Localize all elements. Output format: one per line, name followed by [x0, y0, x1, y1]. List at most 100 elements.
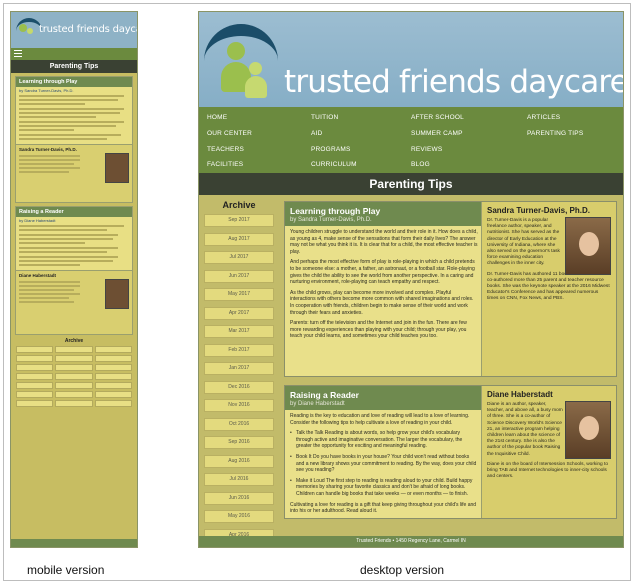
mobile-archive-item[interactable]: [94, 373, 132, 380]
nav-link-programs[interactable]: PROGRAMS: [311, 144, 411, 156]
archive-item[interactable]: Jul 2016: [204, 473, 274, 486]
archive-list: Sep 2017 Aug 2017 Jul 2017 Jun 2017 May 2017…: [204, 214, 274, 548]
nav-link-parenting-tips[interactable]: PARENTING TIPS: [527, 128, 617, 140]
mobile-author-bio: Diane Haberstadt: [16, 270, 132, 334]
article-title[interactable]: Learning through Play: [285, 202, 483, 216]
article-intro: Reading is the key to education and love…: [290, 413, 470, 426]
mobile-archive-item[interactable]: [55, 364, 93, 371]
nav-link-aid[interactable]: AID: [311, 128, 411, 140]
nav-link-tuition[interactable]: TUITION: [311, 112, 411, 124]
footer: Trusted Friends • 1450 Regency Lane, Car…: [199, 536, 623, 547]
article-main: Learning through Play by Sandra Turner-D…: [285, 202, 483, 376]
desktop-screenshot: trusted friends daycare HOME TUITION AFTER…: [198, 11, 624, 548]
nav-link-curriculum[interactable]: CURRICULUM: [311, 159, 411, 171]
mobile-caption: mobile version: [27, 563, 105, 577]
archive-item[interactable]: Mar 2016: [204, 547, 274, 548]
nav-empty: [527, 144, 617, 156]
mobile-site-title[interactable]: trusted friends daycare: [39, 24, 137, 35]
article-title[interactable]: Raising a Reader: [285, 386, 483, 400]
mobile-archive-item[interactable]: [16, 346, 54, 353]
article-body: Young children struggle to understand th…: [285, 226, 483, 347]
mobile-archive-item[interactable]: [16, 373, 54, 380]
article-byline: by Diane Haberstadt: [285, 400, 483, 410]
archive-item[interactable]: Sep 2016: [204, 436, 274, 449]
author-bio: Diane Haberstadt Diane is an author, spe…: [481, 386, 616, 518]
nav-link-our-center[interactable]: OUR CENTER: [207, 128, 311, 140]
archive-item[interactable]: Apr 2017: [204, 306, 274, 320]
article-byline: by Sandra Turner-Davis, Ph.D.: [285, 216, 483, 226]
nav-link-after-school[interactable]: AFTER SCHOOL: [411, 112, 527, 124]
logo-child-icon: [27, 28, 33, 34]
mobile-archive-item[interactable]: [94, 400, 132, 407]
logo-child-head-icon: [249, 62, 262, 75]
mobile-archive-item[interactable]: [55, 391, 93, 398]
author-bio-text: Dr. Turner-Davis is a popular freelance …: [487, 218, 560, 267]
logo-child-body-icon: [245, 76, 267, 98]
mobile-screenshot: trusted friends daycare Parenting Tips L…: [10, 11, 138, 548]
author-photo: [105, 279, 129, 309]
mobile-archive-item[interactable]: [55, 382, 93, 389]
mobile-archive-item[interactable]: [55, 373, 93, 380]
mobile-archive-item[interactable]: [16, 400, 54, 407]
archive-item[interactable]: Dec 2016: [204, 380, 274, 394]
mobile-article-title: Raising a Reader: [16, 207, 132, 217]
main-content: Archive Sep 2017 Aug 2017 Jul 2017 Jun 2017…: [199, 195, 623, 542]
author-bio: Sandra Turner-Davis, Ph.D. Dr. Turner-Da…: [481, 202, 616, 376]
site-title[interactable]: trusted friends daycare: [284, 64, 623, 100]
nav-link-reviews[interactable]: REVIEWS: [411, 144, 527, 156]
mobile-archive-item[interactable]: [55, 346, 93, 353]
nav-link-home[interactable]: HOME: [207, 112, 311, 124]
article-learning-through-play: Learning through Play by Sandra Turner-D…: [284, 201, 617, 377]
archive-item[interactable]: Feb 2017: [204, 343, 274, 357]
mobile-archive-item[interactable]: [16, 391, 54, 398]
main-nav: HOME TUITION AFTER SCHOOL ARTICLES OUR CENTE…: [199, 107, 623, 173]
mobile-article-reader: Raising a Reader by Diane Haberstadt Dia…: [15, 206, 133, 335]
logo-adult-head-icon: [227, 42, 245, 60]
author-bio-text: Diane is an author, speaker, teacher, an…: [487, 402, 563, 457]
mobile-archive-item[interactable]: [94, 346, 132, 353]
mobile-archive-item[interactable]: [16, 355, 54, 362]
page-title: Parenting Tips: [199, 173, 623, 195]
archive-item[interactable]: Jan 2017: [204, 362, 274, 375]
mobile-archive-item[interactable]: [16, 364, 54, 371]
archive-item[interactable]: May 2017: [204, 288, 274, 301]
nav-link-summer-camp[interactable]: SUMMER CAMP: [411, 128, 527, 140]
nav-link-facilities[interactable]: FACILITIES: [207, 159, 311, 171]
archive-item[interactable]: Jun 2017: [204, 269, 274, 283]
mobile-archive-item[interactable]: [55, 355, 93, 362]
author-bio-text-2: Dr. Turner-Davis has authored 11 books o…: [487, 271, 610, 302]
desktop-header: trusted friends daycare: [199, 12, 623, 107]
archive-item[interactable]: Aug 2016: [204, 454, 274, 468]
nav-link-articles[interactable]: ARTICLES: [527, 112, 617, 124]
author-photo: [105, 153, 129, 183]
mobile-archive-item[interactable]: [16, 382, 54, 389]
mobile-archive-item[interactable]: [94, 364, 132, 371]
mobile-archive-item[interactable]: [55, 400, 93, 407]
article-main: Raising a Reader by Diane Haberstadt Rea…: [285, 386, 483, 518]
article-raising-a-reader: Raising a Reader by Diane Haberstadt Rea…: [284, 385, 617, 519]
tip-item: Book It Do you have books in your house?…: [290, 454, 478, 474]
mobile-nav: [11, 48, 137, 60]
archive-item[interactable]: Aug 2017: [204, 232, 274, 246]
article-paragraph: As the child grows, play can become more…: [290, 289, 474, 316]
mobile-archive-item[interactable]: [94, 382, 132, 389]
archive-item[interactable]: Nov 2016: [204, 399, 274, 412]
nav-link-blog[interactable]: BLOG: [411, 159, 527, 171]
mobile-archive-item[interactable]: [94, 391, 132, 398]
nav-link-teachers[interactable]: TEACHERS: [207, 144, 311, 156]
article-paragraph: And perhaps the most effective form of p…: [290, 259, 475, 286]
tips-list: Talk the Talk Reading is about words, so…: [290, 430, 478, 497]
archive-item[interactable]: Sep 2017: [204, 214, 274, 227]
logo-figure-icon: [19, 24, 27, 32]
archive-item[interactable]: Mar 2017: [204, 325, 274, 338]
mobile-page-title: Parenting Tips: [11, 60, 137, 73]
hamburger-menu-icon[interactable]: [14, 50, 22, 57]
mobile-article-body: [16, 223, 132, 270]
archive-item[interactable]: Jul 2017: [204, 251, 274, 264]
author-photo: [565, 217, 611, 275]
tip-item: Talk the Talk Reading is about words, so…: [290, 430, 478, 450]
mobile-archive-item[interactable]: [94, 355, 132, 362]
archive-item[interactable]: Oct 2016: [204, 417, 274, 431]
archive-item[interactable]: Jun 2016: [204, 491, 274, 505]
archive-item[interactable]: May 2016: [204, 510, 274, 523]
